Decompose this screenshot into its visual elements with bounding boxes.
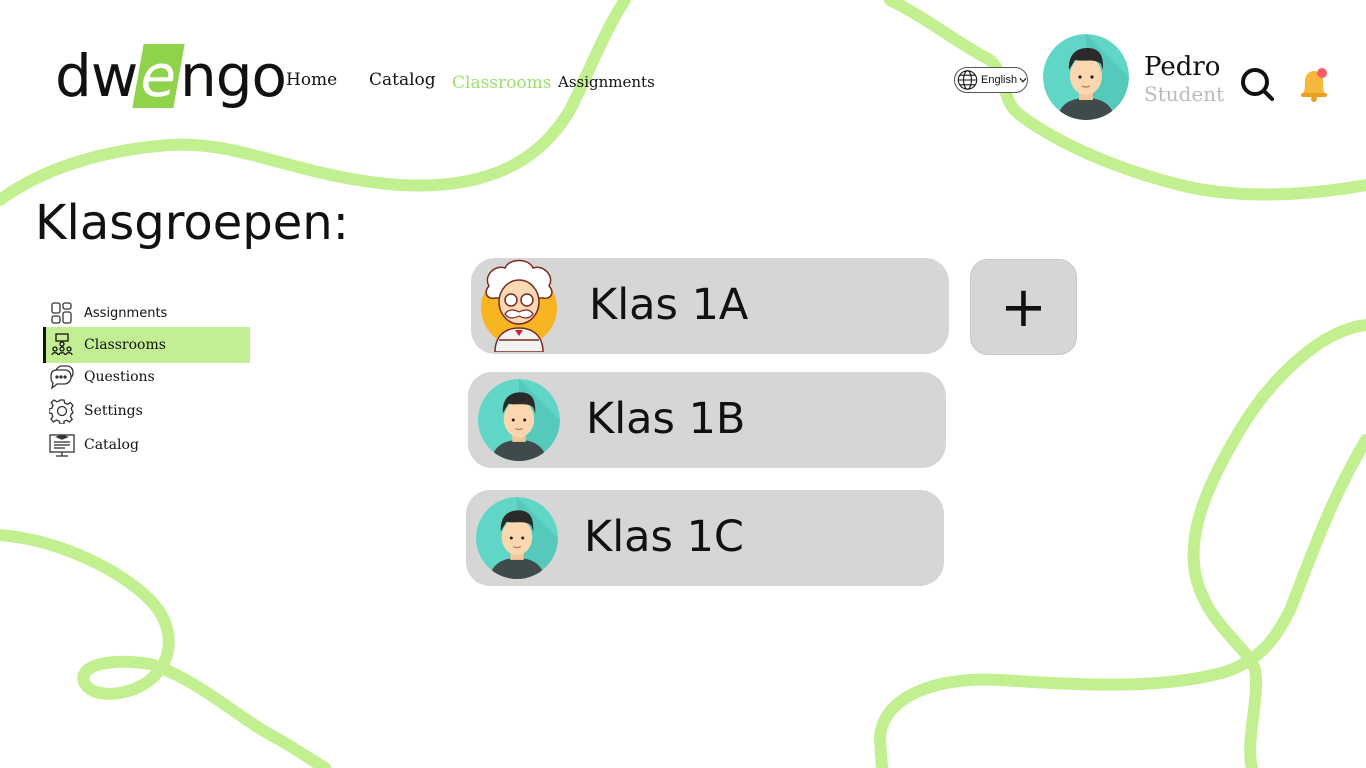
add-class-button[interactable]: + — [970, 259, 1077, 355]
class-card-1a[interactable]: Klas 1A — [471, 258, 949, 354]
sidebar-item-settings[interactable]: Settings — [43, 393, 250, 429]
nav-assignments[interactable]: Assignments — [558, 73, 655, 91]
bell-icon[interactable] — [1294, 64, 1334, 104]
page-title: Klasgroepen: — [35, 195, 349, 251]
logo-highlight: e — [132, 42, 185, 110]
language-label: English — [981, 74, 1018, 86]
globe-icon — [957, 70, 978, 90]
sidebar-item-label: Classrooms — [84, 337, 166, 353]
gear-icon — [49, 398, 75, 424]
dwengo-logo[interactable]: dwengo — [55, 42, 287, 110]
sidebar-item-label: Questions — [84, 369, 155, 385]
nav-home[interactable]: Home — [286, 70, 337, 90]
sidebar-item-classrooms[interactable]: Classrooms — [43, 327, 250, 363]
chevron-down-icon — [1019, 77, 1027, 83]
class-name: Klas 1C — [584, 512, 744, 562]
sidebar-item-label: Settings — [84, 403, 143, 419]
user-role: Student — [1144, 82, 1225, 106]
student-avatar — [476, 497, 558, 579]
nav-classrooms[interactable]: Classrooms — [452, 73, 551, 93]
sidebar-item-label: Assignments — [84, 305, 168, 321]
chat-icon — [49, 364, 75, 390]
user-avatar[interactable] — [1043, 34, 1129, 120]
catalog-icon — [49, 432, 75, 458]
user-name: Pedro — [1144, 52, 1221, 82]
language-selector[interactable]: English — [954, 67, 1028, 93]
class-name: Klas 1B — [586, 394, 746, 444]
sidebar-item-assignments[interactable]: Assignments — [43, 295, 250, 331]
assignments-icon — [49, 300, 75, 326]
classroom-icon — [49, 332, 75, 358]
search-icon[interactable] — [1238, 64, 1274, 104]
class-card-1c[interactable]: Klas 1C — [466, 490, 944, 586]
nav-catalog[interactable]: Catalog — [369, 70, 436, 90]
class-card-1b[interactable]: Klas 1B — [468, 372, 946, 468]
logo-text-start: dw — [55, 42, 138, 110]
sidebar-item-catalog[interactable]: Catalog — [43, 427, 250, 463]
student-avatar — [478, 379, 560, 461]
professor-avatar — [481, 258, 563, 352]
logo-text-end: ngo — [179, 42, 287, 110]
sidebar-item-questions[interactable]: Questions — [43, 359, 250, 395]
sidebar-item-label: Catalog — [84, 437, 139, 453]
class-name: Klas 1A — [589, 280, 749, 330]
